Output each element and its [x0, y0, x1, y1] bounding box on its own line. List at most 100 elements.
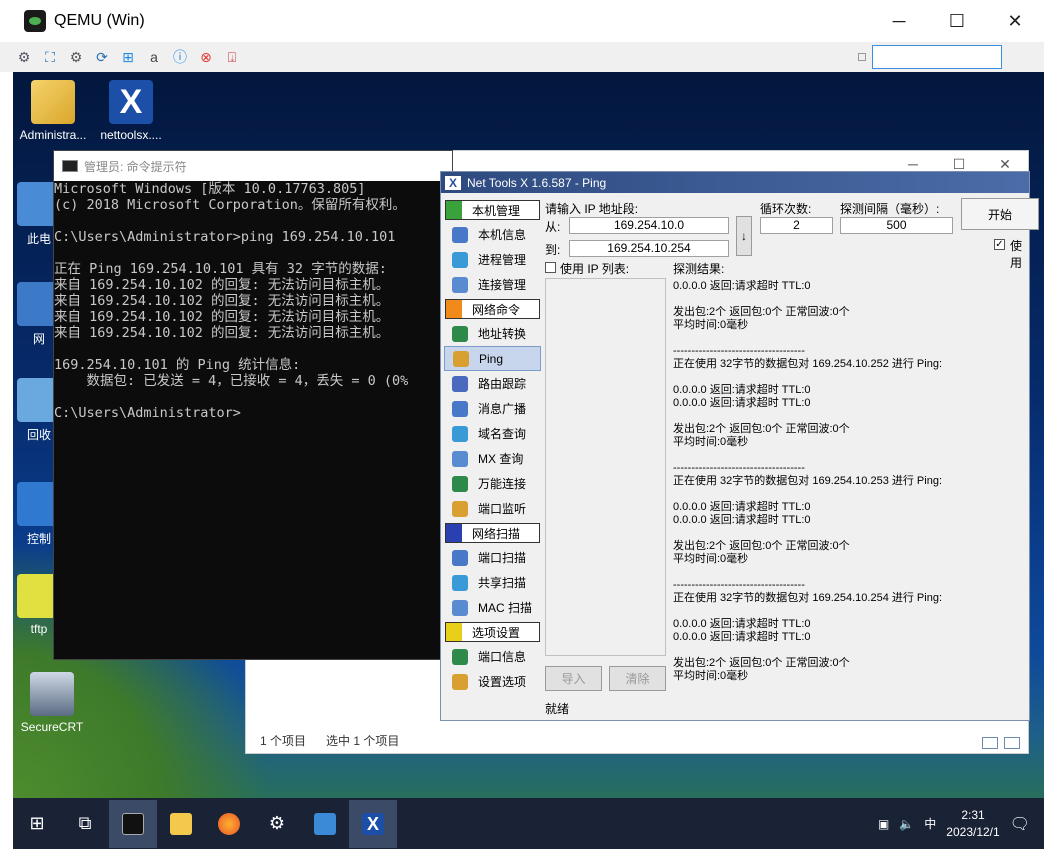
sidebar-item[interactable]: 万能连接	[444, 471, 541, 496]
sidebar-item[interactable]: 设置选项	[444, 669, 541, 694]
nettools-titlebar: X Net Tools X 1.6.587 - Ping	[441, 172, 1029, 193]
gear-icon[interactable]: ⚙	[66, 47, 86, 67]
sidebar-item[interactable]: 连接管理	[444, 272, 541, 297]
qemu-toolbar: ⚙ ⛶ ⚙ ⟳ ⊞ a ⓘ ⊗ ⍗	[0, 42, 1044, 72]
ping-icon	[453, 350, 469, 367]
category-header[interactable]: 网络命令	[445, 299, 540, 319]
clock-date: 2023/12/1	[946, 824, 1000, 839]
use-ip-list-checkbox[interactable]	[545, 262, 556, 273]
mac-icon	[452, 599, 468, 616]
taskbar-control-panel[interactable]	[301, 800, 349, 848]
cmd-line: C:\Users\Administrator>ping 169.254.10.1…	[54, 229, 396, 245]
import-button[interactable]: 导入	[545, 666, 602, 691]
ip-list-box[interactable]	[545, 278, 666, 656]
taskbar-firefox[interactable]	[205, 800, 253, 848]
sidebar-item[interactable]: 端口信息	[444, 644, 541, 669]
taskbar-nettools[interactable]: X	[349, 799, 397, 848]
share-icon	[452, 574, 468, 591]
category-label: 网络命令	[472, 302, 521, 317]
sidebar-item[interactable]: 端口扫描	[444, 545, 541, 570]
fill-range-button[interactable]: ↓	[736, 216, 752, 256]
qemu-logo-icon	[24, 10, 46, 32]
from-label: 从:	[545, 220, 561, 234]
text-input-icon[interactable]: a	[144, 47, 164, 67]
start-button[interactable]: ⊞	[13, 800, 61, 848]
details-view-icon[interactable]	[982, 737, 998, 749]
sidebar-item[interactable]: 端口监听	[444, 496, 541, 521]
sidebar-item[interactable]: 消息广播	[444, 396, 541, 421]
network-tray-icon[interactable]: ▣	[878, 817, 889, 831]
key-icon	[452, 475, 468, 492]
result-line: 0.0.0.0 返回:请求超时 TTL:0	[673, 501, 811, 513]
taskbar-file-explorer[interactable]	[157, 800, 205, 848]
sidebar-item-label: 共享扫描	[478, 576, 527, 590]
clear-button[interactable]: 清除	[609, 666, 666, 691]
guest-desktop: Administra... X nettoolsx.... 此电 网 回收 控制…	[13, 72, 1044, 849]
category-header[interactable]: 本机管理	[445, 200, 540, 220]
result-line	[673, 410, 1026, 423]
minimize-button[interactable]: ─	[870, 0, 928, 42]
category-color-bar	[446, 623, 462, 641]
result-line: ------------------------------------	[673, 345, 805, 357]
sidebar-item[interactable]: 共享扫描	[444, 570, 541, 595]
fullscreen-icon[interactable]: ⛶	[40, 47, 60, 67]
taskbar-cmd[interactable]	[109, 799, 157, 848]
result-line	[673, 449, 1026, 462]
stop-icon[interactable]: ⊗	[196, 47, 216, 67]
sidebar-item[interactable]: 本机信息	[444, 222, 541, 247]
desktop-icon-securecrt[interactable]: SecureCRT	[13, 672, 92, 734]
window-controls: ─ ☐ ✕	[870, 0, 1044, 42]
result-line: 发出包:2个 返回包:0个 正常回波:0个	[673, 540, 850, 552]
sidebar-item-label: 域名查询	[478, 427, 527, 441]
from-ip-input[interactable]: 169.254.10.0	[569, 217, 729, 234]
disconnect-icon[interactable]: ⍗	[222, 47, 242, 67]
sidebar-item[interactable]: Ping	[444, 346, 541, 371]
globe-icon	[452, 500, 468, 517]
to-ip-input[interactable]: 169.254.10.254	[569, 240, 729, 257]
taskbar-settings[interactable]: ⚙	[253, 800, 301, 848]
cmd-output[interactable]: Microsoft Windows [版本 10.0.17763.805] (c)…	[54, 181, 452, 659]
interval-label: 探测间隔（毫秒）:	[840, 202, 940, 216]
user-folder-icon	[31, 80, 75, 124]
refresh-icon[interactable]: ⟳	[92, 47, 112, 67]
firefox-icon	[218, 812, 240, 835]
loop-count-input[interactable]: 2	[760, 217, 833, 234]
toolbar-search-input[interactable]	[872, 45, 1002, 69]
result-line: 0.0.0.0 返回:请求超时 TTL:0	[673, 631, 811, 643]
sidebar-item-label: 进程管理	[478, 253, 527, 267]
sidebar-item[interactable]: MAC 扫描	[444, 595, 541, 620]
info-icon[interactable]: ⓘ	[170, 47, 190, 67]
windows-key-icon[interactable]: ⊞	[118, 47, 138, 67]
maximize-button[interactable]: ☐	[928, 0, 986, 42]
mx-icon	[452, 450, 468, 467]
desktop-icon-nettools[interactable]: X nettoolsx....	[91, 80, 171, 142]
cmd-window[interactable]: 管理员: 命令提示符 Microsoft Windows [版本 10.0.17…	[53, 150, 453, 660]
sidebar-item[interactable]: MX 查询	[444, 446, 541, 471]
use-ip-list-label: 使用 IP 列表:	[560, 262, 630, 276]
clock[interactable]: 2:31 2023/12/1	[946, 807, 999, 841]
volume-muted-icon[interactable]: 🔈	[899, 817, 914, 831]
broadcast-icon	[452, 400, 468, 417]
large-icons-view-icon[interactable]	[1004, 737, 1020, 749]
port-info-icon	[452, 648, 468, 665]
ime-indicator[interactable]: 中	[924, 815, 936, 832]
close-button[interactable]: ✕	[986, 0, 1044, 42]
qemu-titlebar: QEMU (Win) ─ ☐ ✕	[0, 0, 1044, 42]
result-line: 0.0.0.0 返回:请求超时 TTL:0	[673, 397, 811, 409]
task-view-button[interactable]: ⧉	[61, 800, 109, 848]
sidebar-item[interactable]: 地址转换	[444, 321, 541, 346]
notifications-icon[interactable]: 🗨	[1010, 814, 1030, 834]
sidebar-item[interactable]: 进程管理	[444, 247, 541, 272]
interval-input[interactable]: 500	[840, 217, 953, 234]
category-header[interactable]: 选项设置	[445, 622, 540, 642]
nettools-icon: X	[362, 812, 384, 835]
category-header[interactable]: 网络扫描	[445, 523, 540, 543]
settings-gears-icon[interactable]: ⚙	[14, 47, 34, 67]
sidebar-item[interactable]: 域名查询	[444, 421, 541, 446]
start-button[interactable]: 开始	[961, 198, 1039, 230]
sidebar-item[interactable]: 路由跟踪	[444, 371, 541, 396]
desktop-icon-administrator[interactable]: Administra...	[13, 80, 93, 142]
results-output[interactable]: 0.0.0.0 返回:请求超时 TTL:0 发出包:2个 返回包:0个 正常回波:…	[673, 280, 1026, 690]
use-checkbox[interactable]: ✓	[994, 239, 1005, 250]
result-line: 发出包:2个 返回包:0个 正常回波:0个	[673, 306, 850, 318]
